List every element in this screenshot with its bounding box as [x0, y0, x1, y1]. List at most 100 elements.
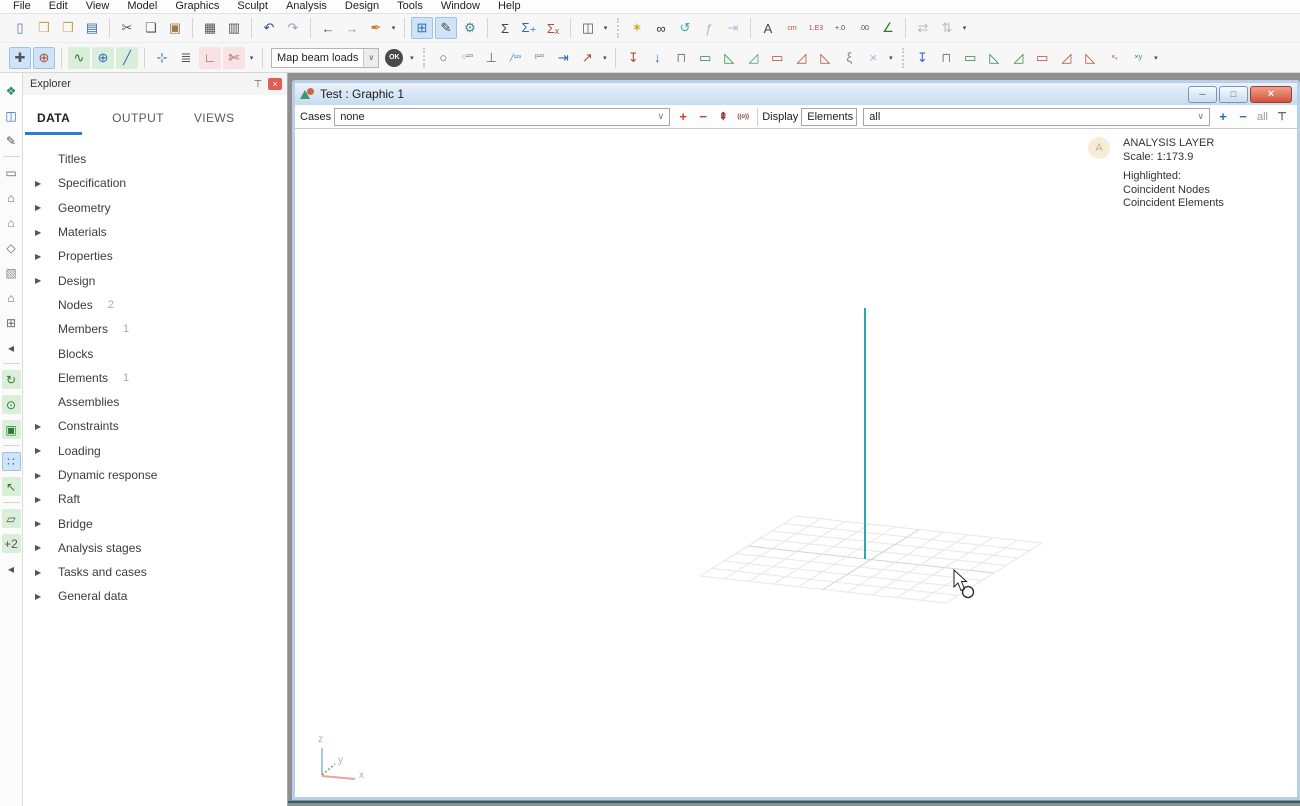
expand-arrow-icon[interactable]: ▶: [35, 276, 58, 285]
beam-frame-2-icon[interactable]: ⊓: [935, 47, 957, 69]
undo-icon[interactable]: ↶: [258, 17, 280, 39]
grid-loads-icon[interactable]: ξ: [838, 47, 860, 69]
udl-red-2-icon[interactable]: ▭: [1031, 47, 1053, 69]
view-front-icon[interactable]: ⌂: [2, 188, 21, 207]
menu-item-help[interactable]: Help: [489, 0, 530, 12]
beam-tri-2-icon[interactable]: ◺: [983, 47, 1005, 69]
view-back-icon[interactable]: ⌂: [2, 213, 21, 232]
beam-patch-2-icon[interactable]: ◿: [1007, 47, 1029, 69]
loads-dropdown-icon[interactable]: ▾: [885, 54, 896, 62]
tree-item-tasks-and-cases[interactable]: ▶Tasks and cases: [23, 560, 287, 584]
add-element-icon[interactable]: ╱: [116, 47, 138, 69]
loads-2-dropdown-icon[interactable]: ▾: [1150, 54, 1161, 62]
go-to-list-icon[interactable]: ⇥: [722, 17, 744, 39]
tree-item-raft[interactable]: ▶Raft: [23, 487, 287, 511]
numeric-format-icon[interactable]: 1.E3: [805, 17, 827, 39]
expand-arrow-icon[interactable]: ▶: [35, 446, 58, 455]
tri-load-red-icon[interactable]: ◿: [790, 47, 812, 69]
add-to-list-icon[interactable]: +: [1213, 109, 1233, 124]
sum-icon[interactable]: Σ: [494, 17, 516, 39]
print-preview-icon[interactable]: ▥: [223, 17, 245, 39]
step-line-icon[interactable]: ∟: [199, 47, 221, 69]
menu-item-graphics[interactable]: Graphics: [166, 0, 228, 12]
loads-x-icon[interactable]: ×ₓ: [1103, 47, 1125, 69]
sculpt-tool-combo[interactable]: Map beam loads∨: [271, 48, 379, 68]
menu-item-file[interactable]: File: [4, 0, 40, 12]
envelope-case-icon[interactable]: ⇞: [713, 110, 733, 123]
filter-combo[interactable]: all ∨: [863, 108, 1210, 126]
expand-arrow-icon[interactable]: ▶: [35, 592, 58, 601]
all-label[interactable]: all: [1257, 111, 1268, 123]
cases-combo[interactable]: none ∨: [334, 108, 670, 126]
paste-icon[interactable]: ▣: [164, 17, 186, 39]
maximize-button[interactable]: □: [1219, 86, 1248, 103]
dynamic-case-icon[interactable]: ((o)): [733, 114, 753, 120]
sculpt-handles-icon[interactable]: ✚: [9, 47, 31, 69]
fewer-decimals-icon[interactable]: .00: [853, 17, 875, 39]
tree-item-nodes[interactable]: Nodes2: [23, 293, 287, 317]
orbit-view-icon[interactable]: ▣: [2, 420, 21, 439]
menu-item-view[interactable]: View: [77, 0, 119, 12]
node-display-icon[interactable]: ○: [432, 47, 454, 69]
element-axes-icon[interactable]: ↗: [576, 47, 598, 69]
expand-arrow-icon[interactable]: ▶: [35, 252, 58, 261]
patch-red-2-icon[interactable]: ◺: [1079, 47, 1101, 69]
ok-button[interactable]: OK: [385, 49, 403, 67]
remove-from-list-icon[interactable]: −: [1233, 109, 1253, 124]
view-3d-box-icon[interactable]: ▧: [2, 263, 21, 282]
expand-arrow-icon[interactable]: ▶: [35, 568, 58, 577]
sculpt-dropdown-icon[interactable]: ▾: [246, 54, 257, 62]
tool-dropdown-icon[interactable]: ▾: [406, 54, 417, 62]
tree-item-general-data[interactable]: ▶General data: [23, 584, 287, 608]
tab-output[interactable]: OUTPUT: [112, 111, 164, 135]
beam-patch-load-icon[interactable]: ◿: [742, 47, 764, 69]
copy-icon[interactable]: ❏: [140, 17, 162, 39]
new-graphic-view-icon[interactable]: ❖: [2, 81, 21, 100]
section-labels-icon[interactable]: I¹²³: [528, 47, 550, 69]
tree-item-loading[interactable]: ▶Loading: [23, 439, 287, 463]
pin-icon[interactable]: ⊤: [251, 79, 265, 90]
tree-item-titles[interactable]: Titles: [23, 147, 287, 171]
expand-arrow-icon[interactable]: ▶: [35, 203, 58, 212]
beam-frame-icon[interactable]: ⊓: [670, 47, 692, 69]
select-elements-icon[interactable]: ↖: [2, 477, 21, 496]
font-icon[interactable]: A: [757, 17, 779, 39]
save-file-icon[interactable]: ▤: [81, 17, 103, 39]
tree-item-assemblies[interactable]: Assemblies: [23, 390, 287, 414]
display-combo[interactable]: Elements ∨: [801, 108, 857, 126]
minimize-button[interactable]: ─: [1188, 86, 1217, 103]
view-plan-icon[interactable]: ⌂: [2, 288, 21, 307]
units-icon[interactable]: cm: [781, 17, 803, 39]
expand-arrow-icon[interactable]: ▶: [35, 471, 58, 480]
expand-arrow-icon[interactable]: ▶: [35, 519, 58, 528]
menu-item-model[interactable]: Model: [118, 0, 166, 12]
add-case-icon[interactable]: +: [673, 109, 693, 124]
v-spacing-icon[interactable]: ⇅: [936, 17, 958, 39]
move-axes-icon[interactable]: ⊹: [151, 47, 173, 69]
graphic-edit-icon[interactable]: ✎: [435, 17, 457, 39]
axes-display-icon[interactable]: ∠: [877, 17, 899, 39]
node-loads-2-icon[interactable]: ↧: [911, 47, 933, 69]
graphic-window-titlebar[interactable]: Test : Graphic 1 ─ □ ×: [295, 83, 1297, 105]
select-nodes-icon[interactable]: ∷: [2, 452, 21, 471]
menu-item-analysis[interactable]: Analysis: [277, 0, 336, 12]
tree-item-members[interactable]: Members1: [23, 317, 287, 341]
history-dropdown-icon[interactable]: ▾: [388, 24, 399, 32]
table-view-icon[interactable]: ⊞: [411, 17, 433, 39]
settlements-icon[interactable]: ↓: [646, 47, 668, 69]
zoom-view-icon[interactable]: ⊙: [2, 395, 21, 414]
sum-add-icon[interactable]: Σ₊: [518, 17, 540, 39]
tree-item-materials[interactable]: ▶Materials: [23, 220, 287, 244]
close-file-icon[interactable]: ❐: [57, 17, 79, 39]
extrude-layers-icon[interactable]: ≣: [175, 47, 197, 69]
menu-item-design[interactable]: Design: [336, 0, 388, 12]
collapse-left-2-icon[interactable]: ◂: [2, 559, 21, 578]
expand-arrow-icon[interactable]: ▶: [35, 228, 58, 237]
graphic-canvas[interactable]: z y x A ANALYSIS LAYER Scale: 1:173.9 Hi…: [295, 130, 1297, 797]
align-ends-icon[interactable]: ⇥: [552, 47, 574, 69]
sculpt-pencil-icon[interactable]: ✎: [2, 131, 21, 150]
add-node-icon[interactable]: ⊕: [92, 47, 114, 69]
tree-item-bridge[interactable]: ▶Bridge: [23, 511, 287, 535]
tile-windows-icon[interactable]: ⊞: [2, 313, 21, 332]
clear-loads-icon[interactable]: ×: [862, 47, 884, 69]
